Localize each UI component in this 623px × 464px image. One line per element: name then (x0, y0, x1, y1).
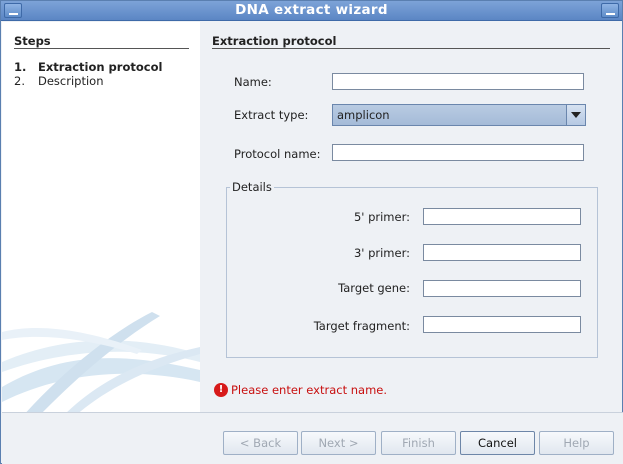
step-label: Description (38, 74, 104, 88)
steps-title: Steps (14, 34, 51, 48)
step-label: Extraction protocol (38, 60, 163, 74)
dropdown-button[interactable] (566, 105, 585, 125)
name-label: Name: (234, 75, 272, 89)
step-number: 2. (14, 74, 25, 88)
cancel-button[interactable]: Cancel (460, 431, 535, 455)
primer5-label: 5' primer: (353, 210, 410, 224)
minimize-button[interactable] (601, 3, 619, 18)
protocol-name-label: Protocol name: (234, 147, 321, 161)
window-title: DNA extract wizard (235, 2, 388, 18)
primer5-field[interactable] (423, 208, 581, 225)
target-gene-field[interactable] (423, 280, 581, 297)
error-icon: ! (214, 383, 228, 397)
details-legend: Details (230, 180, 274, 194)
target-fragment-field[interactable] (423, 316, 581, 333)
error-message: Please enter extract name. (231, 383, 388, 397)
title-bar[interactable]: DNA extract wizard (1, 1, 622, 21)
steps-divider (14, 48, 189, 49)
step-item-description: 2. Description (14, 74, 104, 88)
form-panel: Extraction protocol Name: Extract type: … (200, 22, 622, 412)
extract-type-select[interactable]: amplicon (332, 104, 586, 126)
chevron-down-icon (571, 112, 581, 118)
back-button[interactable]: < Back (223, 431, 298, 455)
step-number: 1. (14, 60, 27, 74)
primer3-field[interactable] (423, 244, 581, 261)
finish-button[interactable]: Finish (381, 431, 456, 455)
extract-type-label: Extract type: (234, 108, 309, 122)
section-title: Extraction protocol (212, 34, 337, 48)
next-button[interactable]: Next > (301, 431, 376, 455)
minimize-icon (606, 13, 615, 15)
target-fragment-label: Target fragment: (313, 319, 410, 333)
help-button[interactable]: Help (539, 431, 614, 455)
protocol-name-field[interactable] (332, 144, 584, 161)
target-gene-label: Target gene: (338, 281, 410, 295)
section-divider (212, 48, 610, 49)
steps-sidebar: Steps 1. Extraction protocol 2. Descriptio… (2, 22, 200, 412)
button-bar: < Back Next > Finish Cancel Help (2, 412, 623, 464)
step-item-extraction-protocol: 1. Extraction protocol (14, 60, 162, 74)
decorative-swoosh-graphic (2, 312, 200, 412)
extract-type-value: amplicon (337, 108, 390, 122)
primer3-label: 3' primer: (353, 246, 410, 260)
wizard-window: DNA extract wizard Steps 1. Extraction pr… (0, 0, 623, 464)
name-field[interactable] (332, 73, 584, 90)
